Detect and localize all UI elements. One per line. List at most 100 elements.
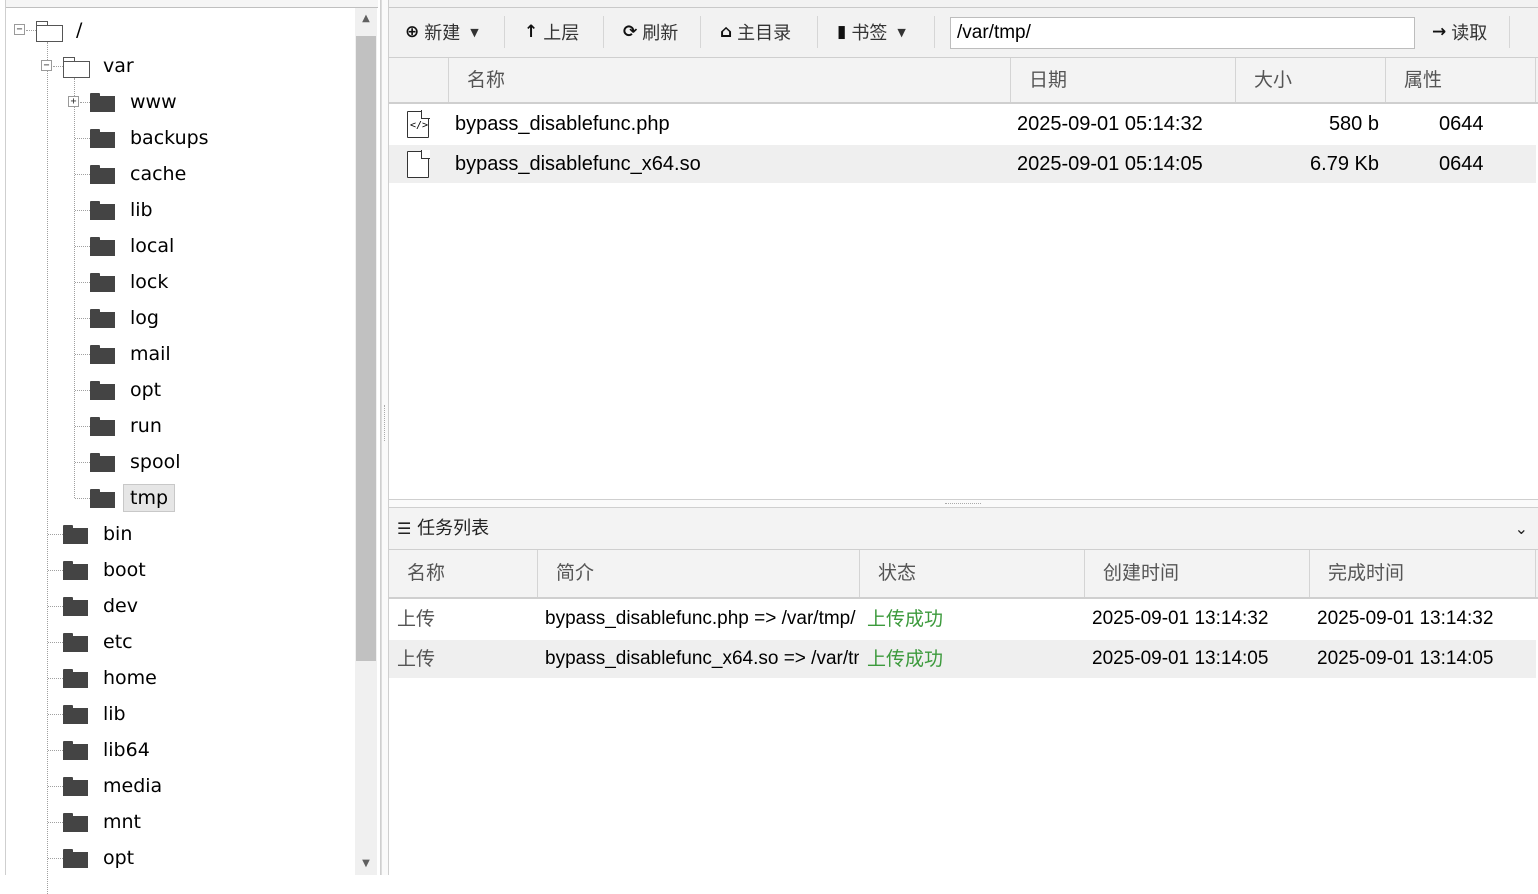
tree-node-www[interactable]: www [90, 88, 184, 116]
caret-down-icon: ▼ [897, 25, 906, 39]
tree-node-lib64[interactable]: lib64 [63, 736, 157, 764]
tree-node-bin[interactable]: bin [63, 520, 139, 548]
folder-icon [90, 236, 115, 256]
tree-node-tmp[interactable]: tmp [90, 484, 176, 512]
tree-node-lib[interactable]: lib [63, 700, 133, 728]
task-status: 上传成功 [867, 648, 944, 670]
task-row[interactable]: 上传 bypass_disablefunc_x64.so => /var/tmp… [389, 640, 1536, 678]
home-button[interactable]: ⌂ 主目录 [720, 16, 791, 48]
task-created: 2025-09-01 13:14:05 [1092, 648, 1269, 669]
tree-node-run[interactable]: run [90, 412, 169, 440]
tree-node-local[interactable]: local [90, 232, 181, 260]
file-row[interactable]: </> bypass_disablefunc.php 2025-09-01 05… [389, 105, 1536, 143]
tree-node-label: boot [103, 559, 146, 581]
tree-node-dev[interactable]: dev [63, 592, 145, 620]
tree-node-lib[interactable]: lib [90, 196, 160, 224]
plus-circle-icon: ⊕ [405, 22, 420, 42]
task-column-header-name[interactable]: 名称 [389, 550, 538, 597]
horizontal-splitter[interactable] [389, 500, 1538, 508]
read-button[interactable]: → 读取 [1432, 16, 1487, 48]
bookmark-button-label: 书签 [851, 23, 888, 44]
folder-icon [90, 308, 115, 328]
folder-icon [63, 560, 88, 580]
arrow-up-icon: ↑ [524, 22, 539, 42]
tree-node-label: dev [103, 595, 138, 617]
vertical-splitter[interactable] [381, 0, 389, 875]
file-row[interactable]: bypass_disablefunc_x64.so 2025-09-01 05:… [389, 145, 1536, 183]
refresh-icon: ⟳ [623, 22, 638, 42]
file-table-header: 名称 日期 大小 属性 [389, 58, 1538, 104]
new-button[interactable]: ⊕ 新建 ▼ [405, 16, 479, 48]
bookmark-button[interactable]: ▮ 书签 ▼ [837, 16, 906, 48]
tree-node-mnt[interactable]: mnt [63, 808, 148, 836]
tree-node-cache[interactable]: cache [90, 160, 193, 188]
column-header-name[interactable]: 名称 [449, 58, 1011, 102]
collapse-toggle-icon[interactable]: − [41, 60, 52, 71]
tree-node-label: www [130, 91, 177, 113]
expand-toggle-icon[interactable]: + [68, 96, 79, 107]
tree-scrollbar-thumb[interactable] [356, 36, 376, 661]
refresh-button-label: 刷新 [642, 23, 679, 44]
file-name[interactable]: bypass_disablefunc.php [455, 105, 1005, 143]
file-pane: ⊕ 新建 ▼ ↑ 上层 ⟳ 刷新 ⌂ 主目录 ▮ 书签 ▼ /var/tmp/ … [389, 0, 1538, 500]
path-input[interactable]: /var/tmp/ [950, 17, 1415, 49]
directory-tree: − / − var + www backups cache lib local lock log mai… [0, 0, 381, 894]
folder-icon [63, 740, 88, 760]
task-column-header-created[interactable]: 创建时间 [1085, 550, 1310, 597]
task-status: 上传成功 [867, 608, 944, 630]
tree-node-home[interactable]: home [63, 664, 164, 692]
column-header-size[interactable]: 大小 [1236, 58, 1386, 102]
tree-node-label: lib [103, 703, 126, 725]
task-column-header-finished[interactable]: 完成时间 [1310, 550, 1536, 597]
tree-node-opt[interactable]: opt [90, 376, 168, 404]
tree-node-label: home [103, 667, 157, 689]
refresh-button[interactable]: ⟳ 刷新 [623, 16, 678, 48]
up-button-label: 上层 [543, 23, 580, 44]
scroll-down-arrow-icon[interactable]: ▼ [355, 853, 377, 875]
file-perm: 0644 [1439, 113, 1484, 135]
chevron-down-icon[interactable]: ⌄ [1515, 508, 1528, 550]
column-header-date[interactable]: 日期 [1011, 58, 1236, 102]
task-desc: bypass_disablefunc.php => /var/tmp/ [545, 608, 856, 629]
tree-node-label: run [130, 415, 162, 437]
folder-icon [63, 632, 88, 652]
tree-node-label: lib64 [103, 739, 150, 761]
tree-node-backups[interactable]: backups [90, 124, 216, 152]
task-table-header: 名称 简介 状态 创建时间 完成时间 [389, 550, 1538, 599]
home-icon: ⌂ [720, 22, 733, 42]
tree-node-media[interactable]: media [63, 772, 169, 800]
tree-node-opt[interactable]: opt [63, 844, 141, 872]
collapse-toggle-icon[interactable]: − [14, 24, 25, 35]
tree-node-label: lib [130, 199, 153, 221]
tree-node-boot[interactable]: boot [63, 556, 153, 584]
scroll-up-arrow-icon[interactable]: ▲ [355, 8, 377, 30]
task-column-header-desc[interactable]: 简介 [538, 550, 860, 597]
task-row[interactable]: 上传 bypass_disablefunc.php => /var/tmp/ 上… [389, 600, 1536, 638]
folder-icon [90, 344, 115, 364]
tree-node-mail[interactable]: mail [90, 340, 178, 368]
file-size: 580 b [1328, 113, 1379, 135]
folder-icon [63, 596, 88, 616]
column-header-attr[interactable]: 属性 [1386, 58, 1536, 102]
tree-node-log[interactable]: log [90, 304, 166, 332]
tree-node-label: opt [103, 847, 135, 869]
tree-node-label: mail [130, 343, 171, 365]
tree-node-etc[interactable]: etc [63, 628, 140, 656]
tree-node-spool[interactable]: spool [90, 448, 188, 476]
icon-column-header [389, 58, 449, 102]
task-column-header-status[interactable]: 状态 [860, 550, 1085, 597]
folder-icon [90, 380, 115, 400]
tree-node-root[interactable]: / [36, 16, 89, 44]
tree-node-label: var [103, 55, 134, 77]
tree-scrollbar[interactable]: ▲ ▼ [355, 8, 377, 875]
folder-icon [63, 848, 88, 868]
tree-node-var[interactable]: var [63, 52, 141, 80]
folder-open-icon [63, 56, 90, 78]
tree-node-lock[interactable]: lock [90, 268, 175, 296]
file-name[interactable]: bypass_disablefunc_x64.so [455, 145, 1005, 183]
tree-node-label: opt [130, 379, 162, 401]
task-finished: 2025-09-01 13:14:05 [1317, 648, 1494, 669]
up-button[interactable]: ↑ 上层 [524, 16, 579, 48]
task-panel-title-bar[interactable]: ☰ 任务列表 ⌄ [389, 508, 1538, 550]
home-button-label: 主目录 [737, 23, 792, 44]
